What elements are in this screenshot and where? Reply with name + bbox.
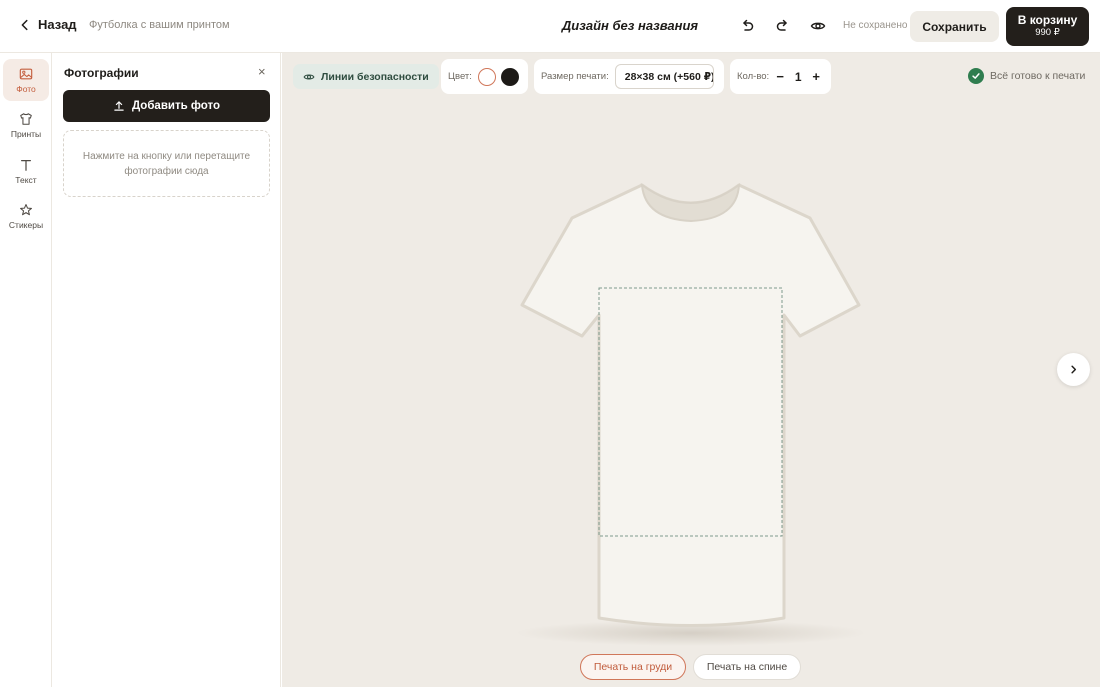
tool-rail: Фото Принты Текст Стикеры	[0, 53, 52, 687]
chevron-left-icon	[21, 19, 28, 30]
save-button[interactable]: Сохранить	[910, 11, 999, 42]
rail-label: Стикеры	[8, 219, 44, 230]
back-label: Назад	[38, 17, 77, 32]
upload-icon	[114, 101, 124, 111]
text-icon	[21, 159, 31, 171]
photos-panel: Фотографии × Добавить фото Нажмите на кн…	[53, 53, 281, 687]
cart-price: 990 ₽	[1035, 26, 1060, 38]
shirt-body	[520, 183, 861, 627]
star-icon	[20, 203, 32, 215]
tshirt-mockup	[516, 182, 866, 646]
rail-label: Принты	[10, 128, 42, 139]
product-subtitle: Футболка с вашим принтом	[89, 19, 230, 31]
redo-icon	[776, 19, 787, 31]
print-back-tab[interactable]: Печать на спине	[693, 654, 801, 680]
add-to-cart-button[interactable]: В корзину 990 ₽	[1006, 7, 1089, 46]
rail-item-text[interactable]: Текст	[3, 150, 49, 192]
design-title[interactable]: Дизайн без названия	[520, 18, 740, 33]
image-icon	[19, 68, 33, 79]
back-button[interactable]: Назад	[18, 17, 77, 32]
photo-dropzone[interactable]: Нажмите на кнопку или перетащите фотогра…	[63, 130, 270, 197]
rail-item-stickers[interactable]: Стикеры	[3, 195, 49, 237]
save-status: Не сохранено	[843, 20, 908, 31]
add-photo-button[interactable]: Добавить фото	[63, 90, 270, 122]
design-canvas: Линии безопасности Цвет: Размер печати: …	[282, 53, 1100, 687]
tshirt-icon	[20, 112, 32, 125]
rail-item-photo[interactable]: Фото	[3, 59, 49, 101]
close-panel-button[interactable]: ×	[258, 65, 266, 79]
redo-button[interactable]	[772, 15, 794, 37]
undo-button[interactable]	[736, 15, 758, 37]
chevron-right-icon	[1071, 365, 1077, 374]
eye-icon	[810, 22, 826, 30]
top-bar: Назад Футболка с вашим принтом Дизайн бе…	[0, 0, 1100, 53]
next-view-button[interactable]	[1057, 353, 1090, 386]
preview-button[interactable]	[807, 15, 829, 37]
rail-label: Текст	[15, 174, 37, 185]
undo-icon	[743, 19, 754, 31]
rail-item-prints[interactable]: Принты	[3, 104, 49, 146]
cart-label: В корзину	[1017, 13, 1078, 28]
add-photo-label: Добавить фото	[131, 100, 221, 112]
panel-title: Фотографии	[64, 66, 139, 80]
rail-label: Фото	[16, 83, 36, 94]
print-front-tab[interactable]: Печать на груди	[580, 654, 686, 680]
